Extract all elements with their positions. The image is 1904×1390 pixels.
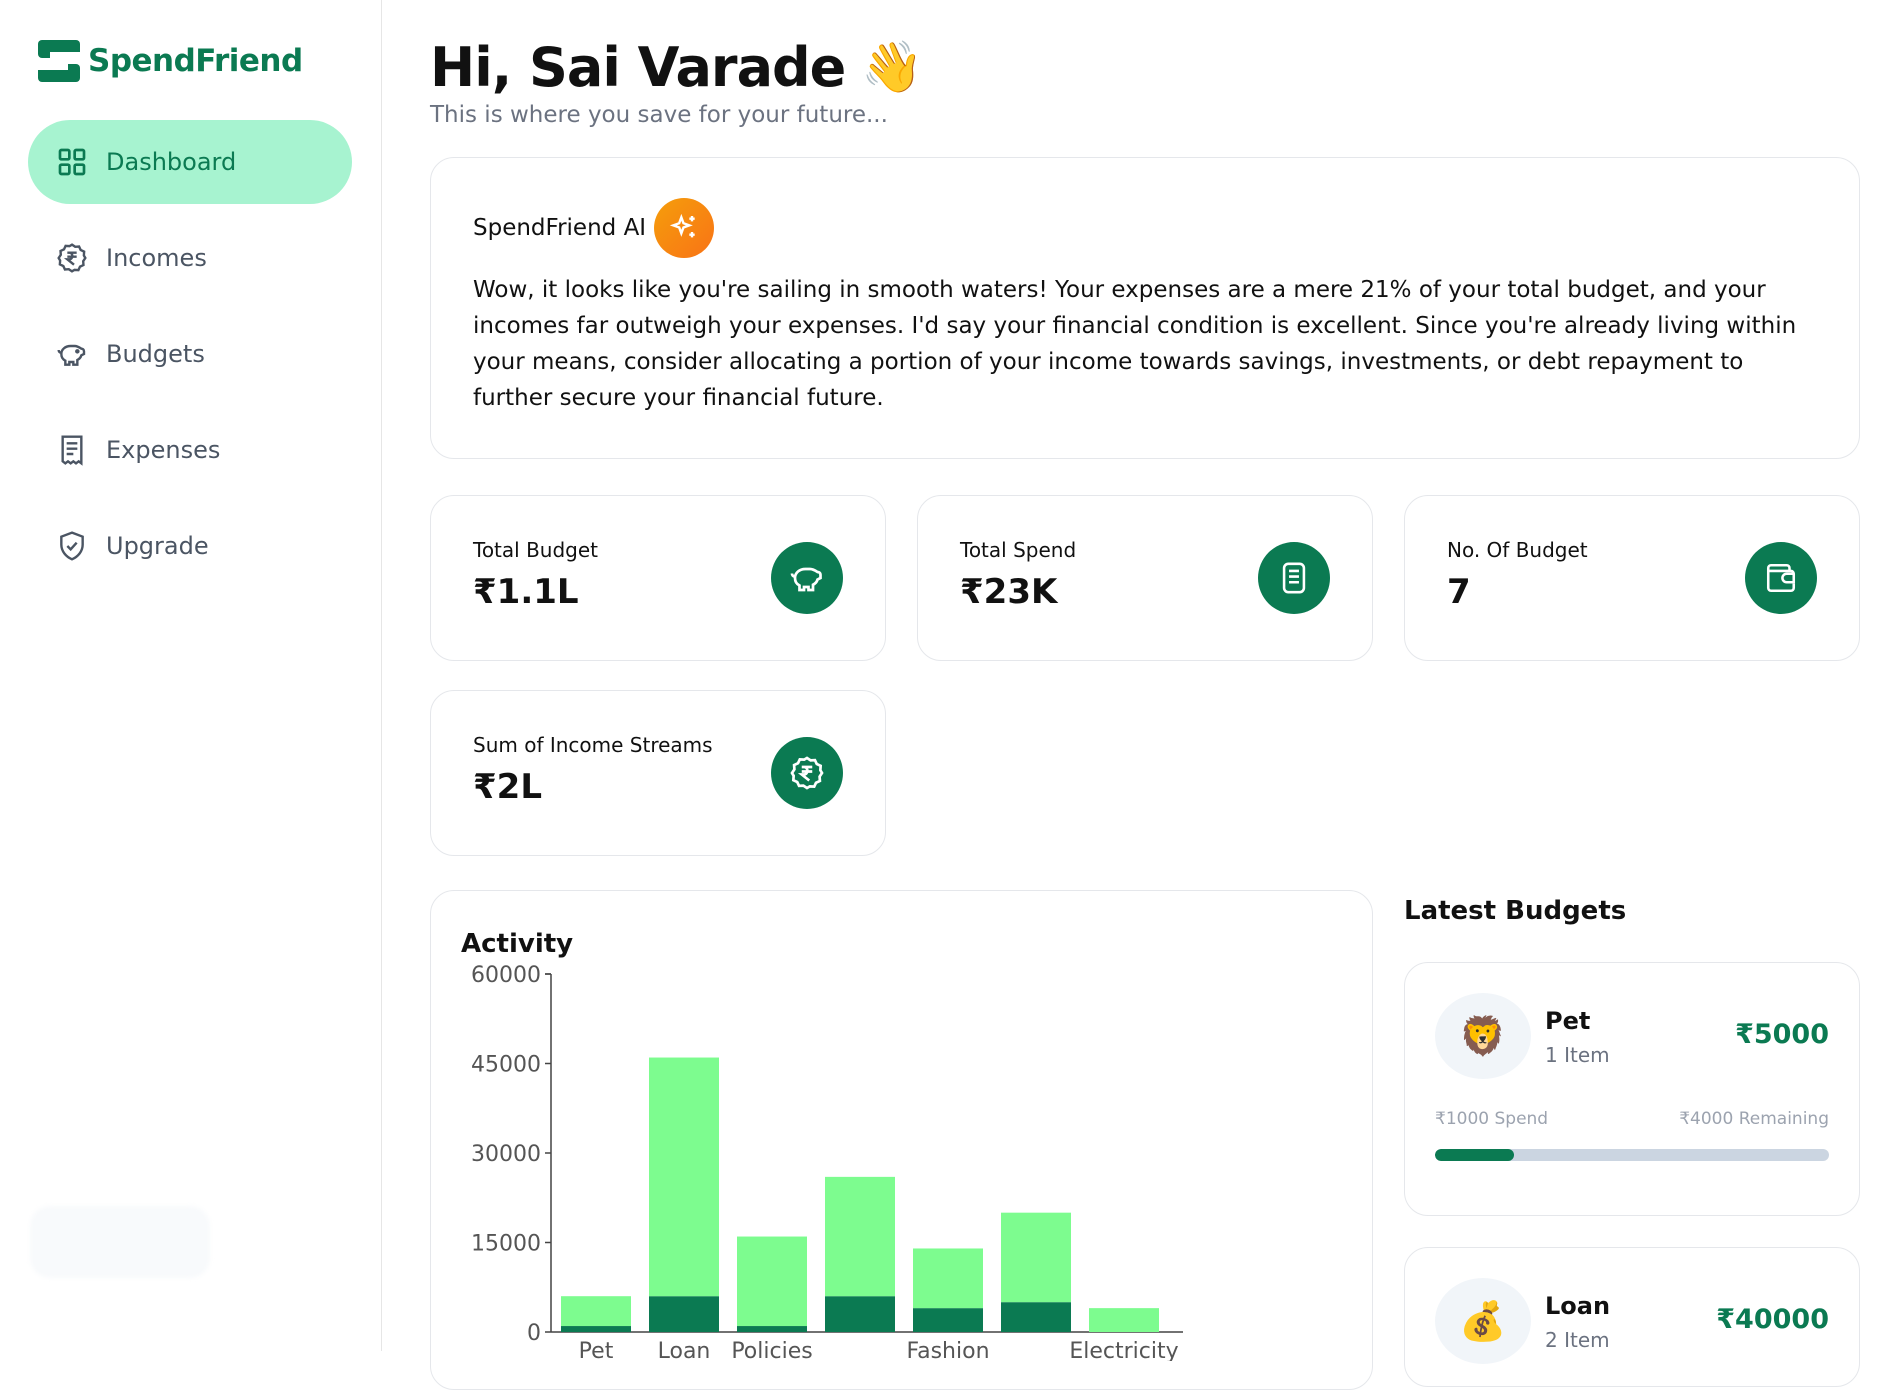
x-tick-label: Policies bbox=[731, 1339, 812, 1361]
budget-amount: ₹40000 bbox=[1716, 1304, 1829, 1335]
waving-hand-icon: 👋 bbox=[861, 38, 924, 96]
receipt-icon bbox=[61, 435, 83, 466]
x-tick-label: Loan bbox=[658, 1339, 711, 1361]
shield-check-icon bbox=[60, 531, 84, 561]
logo-icon bbox=[36, 38, 82, 84]
stat-card-budget-count: No. Of Budget 7 bbox=[1404, 495, 1860, 661]
bar-segment-dark bbox=[1001, 1302, 1071, 1332]
bar-segment-dark bbox=[825, 1296, 895, 1332]
sidebar-item-label: Upgrade bbox=[106, 532, 209, 560]
y-tick-label: 0 bbox=[527, 1321, 541, 1346]
activity-chart-card: Activity 0 15000 30000 45000 60000 Pet Loan Pol… bbox=[430, 890, 1373, 1390]
sidebar-item-upgrade[interactable]: Upgrade bbox=[28, 504, 352, 588]
bar-segment-light bbox=[1001, 1212, 1071, 1303]
y-tick-label: 15000 bbox=[471, 1232, 541, 1257]
x-tick-label: Fashion bbox=[906, 1339, 989, 1361]
sidebar-nav: Dashboard Incomes Budgets Expenses Upgra… bbox=[28, 120, 352, 600]
sidebar-item-label: Budgets bbox=[106, 340, 205, 368]
bar-segment-light bbox=[737, 1236, 807, 1327]
grid-icon bbox=[58, 148, 86, 176]
sidebar-item-expenses[interactable]: Expenses bbox=[28, 408, 352, 492]
bar-segment-light bbox=[1089, 1308, 1159, 1332]
bar-segment-dark bbox=[913, 1308, 983, 1332]
sparkles-icon bbox=[654, 198, 715, 258]
x-tick-label: Pet bbox=[579, 1339, 614, 1361]
budget-spend: ₹1000 Spend bbox=[1435, 1109, 1549, 1129]
sidebar-item-incomes[interactable]: Incomes bbox=[28, 216, 352, 300]
lion-icon: 🦁 bbox=[1435, 993, 1531, 1079]
wallet-icon bbox=[1745, 542, 1817, 614]
rupee-badge-icon bbox=[771, 737, 843, 809]
bar-segment-dark bbox=[561, 1326, 631, 1332]
budget-name: Pet bbox=[1545, 1007, 1591, 1035]
budget-card-loan[interactable]: 💰 Loan 2 Item ₹40000 bbox=[1404, 1247, 1860, 1387]
greeting: Hi, Sai Varade 👋 bbox=[430, 36, 924, 99]
page-subtitle: This is where you save for your future..… bbox=[430, 102, 888, 128]
piggy-bank-icon bbox=[57, 344, 86, 366]
budget-item-count: 1 Item bbox=[1545, 1043, 1610, 1067]
ai-header: SpendFriend AI bbox=[473, 198, 1817, 258]
bar-segment-light bbox=[649, 1057, 719, 1297]
ai-insight-card: SpendFriend AI Wow, it looks like you're… bbox=[430, 157, 1860, 459]
sidebar-item-label: Dashboard bbox=[106, 148, 237, 176]
sidebar-item-dashboard[interactable]: Dashboard bbox=[28, 120, 352, 204]
bar-segment-dark bbox=[737, 1326, 807, 1332]
sidebar-item-label: Incomes bbox=[106, 244, 207, 272]
budget-progress-fill bbox=[1435, 1149, 1514, 1161]
stat-card-total-spend: Total Spend ₹23K bbox=[917, 495, 1373, 661]
piggy-bank-icon bbox=[771, 542, 843, 614]
stat-card-total-budget: Total Budget ₹1.1L bbox=[430, 495, 886, 661]
y-tick-label: 60000 bbox=[471, 963, 541, 988]
budget-amount: ₹5000 bbox=[1735, 1019, 1829, 1050]
rupee-badge-icon bbox=[57, 243, 87, 273]
budget-remaining: ₹4000 Remaining bbox=[1679, 1109, 1829, 1129]
bar-segment-light bbox=[561, 1296, 631, 1327]
money-bag-icon: 💰 bbox=[1435, 1278, 1531, 1364]
x-tick-label: Electricity bbox=[1069, 1339, 1178, 1361]
bar-segment-light bbox=[825, 1176, 895, 1297]
budget-card-pet[interactable]: 🦁 Pet 1 Item ₹5000 ₹1000 Spend ₹4000 Rem… bbox=[1404, 962, 1860, 1216]
activity-bar-chart: 0 15000 30000 45000 60000 Pet Loan Policies Fash… bbox=[471, 963, 1183, 1361]
page-title: Hi, Sai Varade bbox=[430, 36, 846, 99]
y-tick-label: 45000 bbox=[471, 1053, 541, 1078]
sidebar: SpendFriend Dashboard Incomes Budgets Ex… bbox=[0, 0, 382, 1351]
bar-segment-light bbox=[913, 1248, 983, 1309]
bar-segment-dark bbox=[649, 1296, 719, 1332]
budget-name: Loan bbox=[1545, 1292, 1611, 1320]
stat-card-income-streams: Sum of Income Streams ₹2L bbox=[430, 690, 886, 856]
budget-item-count: 2 Item bbox=[1545, 1328, 1610, 1352]
sidebar-item-label: Expenses bbox=[106, 436, 221, 464]
app-logo[interactable]: SpendFriend bbox=[36, 38, 303, 84]
latest-budgets-title: Latest Budgets bbox=[1404, 896, 1627, 926]
y-tick-label: 30000 bbox=[471, 1142, 541, 1167]
user-button-placeholder[interactable] bbox=[30, 1206, 210, 1278]
receipt-icon bbox=[1258, 542, 1330, 614]
sidebar-item-budgets[interactable]: Budgets bbox=[28, 312, 352, 396]
ai-title: SpendFriend AI bbox=[473, 215, 647, 241]
budget-progress-bar bbox=[1435, 1149, 1829, 1161]
app-name: SpendFriend bbox=[88, 43, 303, 79]
ai-message: Wow, it looks like you're sailing in smo… bbox=[473, 277, 1797, 411]
